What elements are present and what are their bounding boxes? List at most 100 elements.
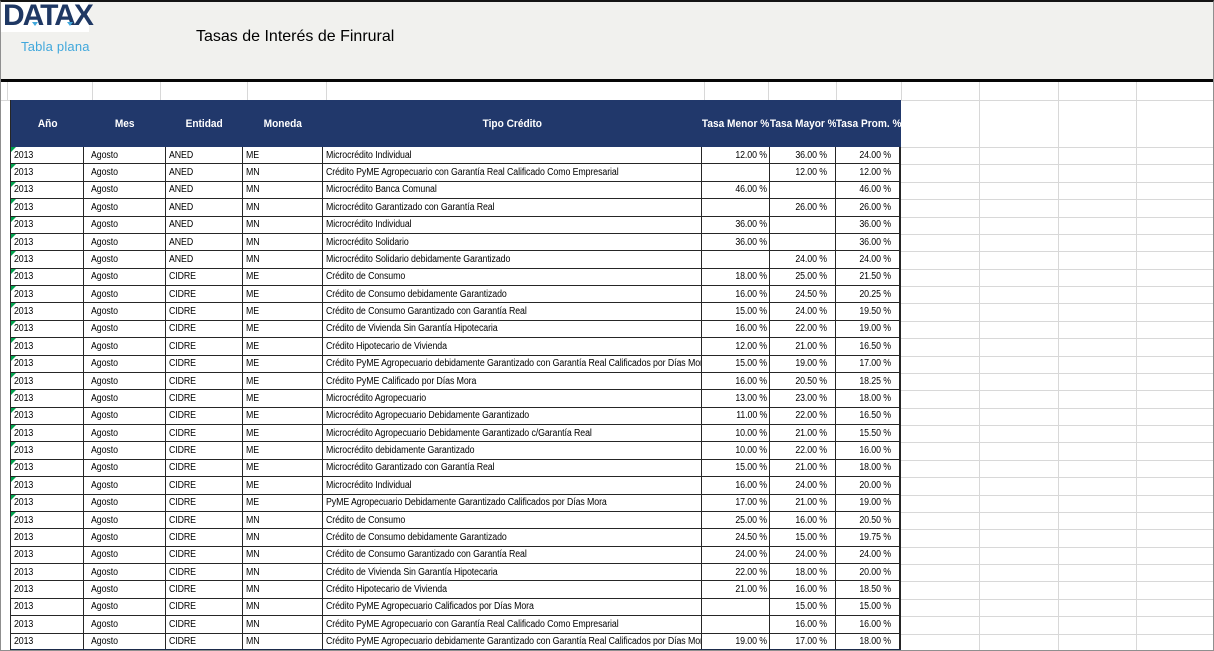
cell-currency[interactable]: ME [243,269,323,285]
cell-currency[interactable]: MN [243,251,323,267]
cell-rate-min[interactable]: 15.00 % [702,460,770,476]
cell-month[interactable]: Agosto [84,338,166,354]
cell-currency[interactable]: ME [243,460,323,476]
cell-rate-min[interactable]: 16.00 % [702,477,770,493]
cell-entity[interactable]: CIDRE [166,599,243,615]
cell-rate-min[interactable]: 24.50 % [702,529,770,545]
cell-rate-min[interactable]: 21.00 % [702,581,770,597]
cell-rate-max[interactable]: 23.00 % [770,390,836,406]
cell-month[interactable]: Agosto [84,634,166,649]
cell-month[interactable]: Agosto [84,217,166,233]
cell-credit-type[interactable]: Microcrédito debidamente Garantizado [323,442,702,458]
cell-rate-min[interactable]: 16.00 % [702,321,770,337]
cell-rate-min[interactable] [702,251,770,267]
cell-month[interactable]: Agosto [84,286,166,302]
cell-month[interactable]: Agosto [84,425,166,441]
cell-currency[interactable]: MN [243,234,323,250]
cell-month[interactable]: Agosto [84,269,166,285]
cell-credit-type[interactable]: Crédito de Consumo [323,269,702,285]
cell-year[interactable]: 2013 [11,547,84,563]
col-header-entidad[interactable]: Entidad [166,100,243,147]
cell-month[interactable]: Agosto [84,616,166,632]
cell-rate-avg[interactable]: 18.50 % [836,581,901,597]
cell-credit-type[interactable]: Microcrédito Individual [323,217,702,233]
cell-rate-max[interactable]: 15.00 % [770,599,836,615]
cell-currency[interactable]: MN [243,564,323,580]
cell-rate-max[interactable] [770,182,836,198]
cell-rate-max[interactable]: 24.00 % [770,251,836,267]
cell-rate-max[interactable]: 16.00 % [770,581,836,597]
cell-entity[interactable]: CIDRE [166,373,243,389]
cell-currency[interactable]: ME [243,408,323,424]
cell-year[interactable]: 2013 [11,599,84,615]
cell-credit-type[interactable]: PyME Agropecuario Debidamente Garantizad… [323,495,702,511]
cell-rate-avg[interactable]: 18.00 % [836,460,901,476]
cell-rate-max[interactable]: 36.00 % [770,147,836,163]
cell-currency[interactable]: MN [243,634,323,649]
cell-rate-min[interactable]: 18.00 % [702,269,770,285]
cell-month[interactable]: Agosto [84,321,166,337]
cell-entity[interactable]: CIDRE [166,616,243,632]
cell-year[interactable]: 2013 [11,390,84,406]
cell-year[interactable]: 2013 [11,373,84,389]
cell-rate-avg[interactable]: 24.00 % [836,547,901,563]
cell-rate-max[interactable]: 16.00 % [770,512,836,528]
cell-entity[interactable]: CIDRE [166,321,243,337]
col-header-tasa-mayor[interactable]: Tasa Mayor % [770,100,836,147]
cell-rate-max[interactable]: 16.00 % [770,616,836,632]
cell-credit-type[interactable]: Microcrédito Garantizado con Garantía Re… [323,460,702,476]
cell-entity[interactable]: CIDRE [166,408,243,424]
cell-month[interactable]: Agosto [84,303,166,319]
cell-rate-max[interactable]: 24.00 % [770,547,836,563]
cell-year[interactable]: 2013 [11,408,84,424]
cell-rate-min[interactable] [702,616,770,632]
cell-rate-min[interactable]: 12.00 % [702,338,770,354]
cell-rate-max[interactable] [770,217,836,233]
cell-entity[interactable]: CIDRE [166,460,243,476]
cell-rate-avg[interactable]: 17.00 % [836,356,901,372]
cell-rate-avg[interactable]: 46.00 % [836,182,901,198]
cell-rate-min[interactable]: 13.00 % [702,390,770,406]
cell-rate-avg[interactable]: 19.00 % [836,495,901,511]
cell-credit-type[interactable]: Crédito PyME Agropecuario con Garantía R… [323,164,702,180]
cell-rate-max[interactable]: 19.00 % [770,356,836,372]
cell-month[interactable]: Agosto [84,234,166,250]
cell-currency[interactable]: ME [243,303,323,319]
cell-rate-max[interactable]: 17.00 % [770,634,836,649]
cell-year[interactable]: 2013 [11,634,84,649]
cell-currency[interactable]: ME [243,477,323,493]
cell-entity[interactable]: CIDRE [166,303,243,319]
cell-rate-max[interactable]: 21.00 % [770,460,836,476]
cell-rate-avg[interactable]: 16.50 % [836,338,901,354]
cell-month[interactable]: Agosto [84,147,166,163]
cell-currency[interactable]: MN [243,581,323,597]
cell-credit-type[interactable]: Crédito de Consumo debidamente Garantiza… [323,529,702,545]
cell-entity[interactable]: CIDRE [166,269,243,285]
cell-entity[interactable]: CIDRE [166,286,243,302]
cell-month[interactable]: Agosto [84,495,166,511]
cell-entity[interactable]: CIDRE [166,581,243,597]
cell-rate-avg[interactable]: 12.00 % [836,164,901,180]
cell-rate-min[interactable]: 17.00 % [702,495,770,511]
cell-currency[interactable]: ME [243,286,323,302]
cell-rate-avg[interactable]: 16.00 % [836,616,901,632]
cell-rate-min[interactable]: 36.00 % [702,217,770,233]
cell-month[interactable]: Agosto [84,164,166,180]
cell-credit-type[interactable]: Crédito PyME Agropecuario con Garantía R… [323,616,702,632]
cell-year[interactable]: 2013 [11,182,84,198]
cell-rate-avg[interactable]: 19.75 % [836,529,901,545]
cell-credit-type[interactable]: Microcrédito Individual [323,477,702,493]
cell-year[interactable]: 2013 [11,251,84,267]
cell-rate-avg[interactable]: 36.00 % [836,217,901,233]
cell-currency[interactable]: ME [243,356,323,372]
cell-entity[interactable]: ANED [166,147,243,163]
cell-credit-type[interactable]: Crédito de Consumo Garantizado con Garan… [323,547,702,563]
cell-year[interactable]: 2013 [11,425,84,441]
cell-rate-avg[interactable]: 36.00 % [836,234,901,250]
cell-currency[interactable]: ME [243,321,323,337]
cell-rate-avg[interactable]: 20.50 % [836,512,901,528]
cell-rate-max[interactable]: 25.00 % [770,269,836,285]
cell-credit-type[interactable]: Crédito PyME Agropecuario debidamente Ga… [323,356,702,372]
cell-rate-min[interactable] [702,164,770,180]
cell-currency[interactable]: ME [243,338,323,354]
